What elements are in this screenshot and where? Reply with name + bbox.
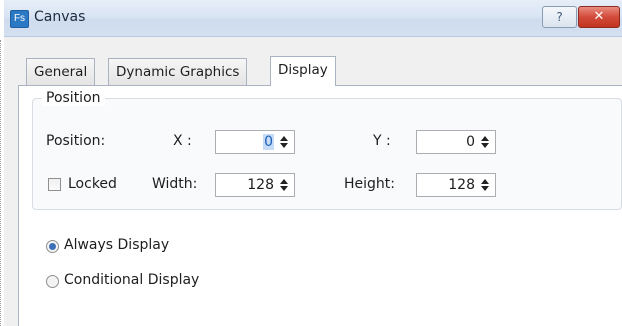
x-value[interactable]: 0 xyxy=(263,134,274,150)
width-stepper[interactable]: 128 xyxy=(215,173,295,197)
tab-display[interactable]: Display xyxy=(270,56,336,86)
locked-label[interactable]: Locked xyxy=(68,176,117,192)
spin-arrows-icon[interactable] xyxy=(279,178,289,192)
app-icon: Fs xyxy=(10,10,29,28)
height-value[interactable]: 128 xyxy=(448,177,475,193)
y-stepper[interactable]: 0 xyxy=(416,130,496,154)
position-group xyxy=(32,98,622,210)
title-bar: Fs Canvas ? ✕ xyxy=(4,0,622,37)
tab-general[interactable]: General xyxy=(26,58,96,85)
window-title: Canvas xyxy=(34,9,86,25)
locked-checkbox[interactable] xyxy=(48,178,61,191)
width-label: Width: xyxy=(152,176,198,192)
x-stepper[interactable]: 0 xyxy=(215,130,295,154)
x-label: X : xyxy=(173,133,192,149)
spin-arrows-icon[interactable] xyxy=(480,135,490,149)
conditional-display-label[interactable]: Conditional Display xyxy=(64,272,199,288)
y-value[interactable]: 0 xyxy=(466,134,475,150)
spin-arrows-icon[interactable] xyxy=(279,135,289,149)
close-button[interactable]: ✕ xyxy=(578,6,620,28)
always-display-radio[interactable] xyxy=(46,240,59,253)
help-button[interactable]: ? xyxy=(542,6,577,28)
y-label: Y : xyxy=(373,133,391,149)
left-edge-dots xyxy=(0,40,3,326)
height-label: Height: xyxy=(344,176,395,192)
spin-arrows-icon[interactable] xyxy=(480,178,490,192)
always-display-label[interactable]: Always Display xyxy=(64,237,169,253)
height-stepper[interactable]: 128 xyxy=(416,173,496,197)
width-value[interactable]: 128 xyxy=(247,177,274,193)
tab-dynamic-graphics[interactable]: Dynamic Graphics xyxy=(108,58,248,85)
position-label: Position: xyxy=(46,133,106,149)
position-group-title: Position xyxy=(42,90,105,106)
conditional-display-radio[interactable] xyxy=(46,275,59,288)
